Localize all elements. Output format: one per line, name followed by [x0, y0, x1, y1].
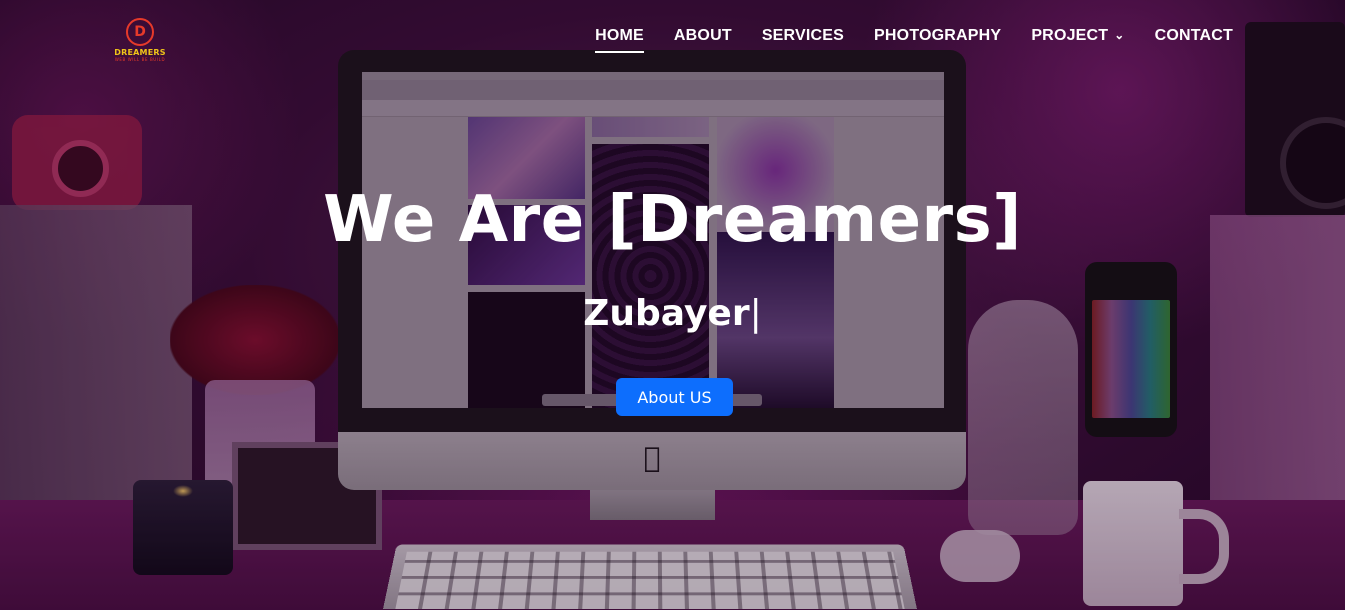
hero-title: We Are [Dreamers] [323, 183, 1022, 257]
nav-item-label: HOME [595, 27, 644, 44]
nav-item-photography[interactable]: PHOTOGRAPHY [874, 27, 1001, 53]
nav-item-contact[interactable]: CONTACT [1155, 27, 1233, 53]
about-us-button[interactable]: About US [616, 378, 733, 416]
logo-mark-icon: D [126, 18, 154, 46]
hero-typed-text: Zubayer| [0, 293, 1345, 334]
hero-section:  D DREAMERS WEB WILL BE BUILD HOME ABOU… [0, 0, 1345, 610]
nav-item-home[interactable]: HOME [595, 27, 644, 53]
chevron-down-icon: ⌄ [1114, 28, 1125, 42]
nav-item-services[interactable]: SERVICES [762, 27, 844, 53]
logo-name: DREAMERS [114, 48, 166, 57]
nav-item-label: PHOTOGRAPHY [874, 27, 1002, 44]
nav-item-project-dropdown[interactable]: PROJECT ⌄ [1031, 27, 1124, 53]
nav-item-label: ABOUT [673, 27, 732, 44]
nav-item-label: SERVICES [761, 27, 845, 44]
logo-tagline: WEB WILL BE BUILD [114, 57, 166, 62]
typing-cursor: | [749, 293, 762, 334]
nav-item-about[interactable]: ABOUT [674, 27, 732, 53]
typed-name: Zubayer [583, 293, 750, 334]
nav-item-label: PROJECT [1031, 27, 1109, 44]
nav-item-label: CONTACT [1154, 27, 1233, 44]
main-navigation: HOME ABOUT SERVICES PHOTOGRAPHY PROJECT ⌄… [595, 27, 1233, 53]
site-logo[interactable]: D DREAMERS WEB WILL BE BUILD [114, 18, 166, 62]
